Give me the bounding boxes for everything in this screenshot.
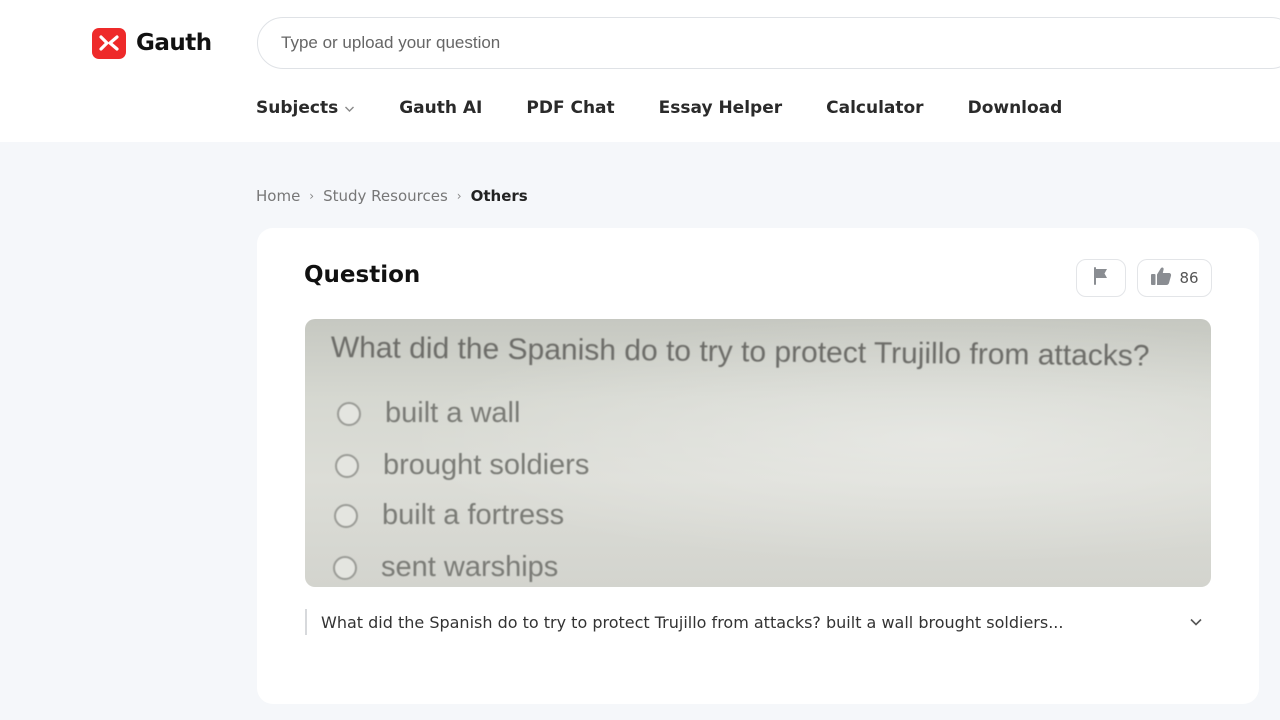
thumbs-up-icon <box>1150 266 1172 291</box>
search-bar[interactable] <box>257 17 1280 69</box>
radio-circle-icon <box>334 503 358 528</box>
nav-item-pdf-chat[interactable]: PDF Chat <box>526 98 614 118</box>
chevron-down-icon <box>344 98 355 118</box>
gauth-logo-icon <box>92 27 126 59</box>
chevron-right-icon: › <box>309 189 315 203</box>
logo-text: Gauth <box>136 30 212 56</box>
nav-item-calculator[interactable]: Calculator <box>826 98 923 118</box>
like-button[interactable]: 86 <box>1137 259 1212 297</box>
image-option-label: sent warships <box>381 551 559 583</box>
image-option: brought soldiers <box>335 449 589 482</box>
nav-item-label: PDF Chat <box>526 98 615 118</box>
chevron-down-icon[interactable] <box>1187 613 1205 631</box>
nav-item-subjects[interactable]: Subjects <box>256 98 355 118</box>
breadcrumb-current: Others <box>470 187 528 205</box>
image-option-label: brought soldiers <box>383 449 590 481</box>
question-image[interactable]: What did the Spanish do to try to protec… <box>305 319 1211 587</box>
radio-circle-icon <box>333 555 357 580</box>
radio-circle-icon <box>337 401 361 426</box>
question-transcript: What did the Spanish do to try to protec… <box>305 609 1211 635</box>
nav-item-label: Calculator <box>826 98 924 118</box>
breadcrumb: Home › Study Resources › Others <box>256 185 528 207</box>
top-header: Gauth Subjects Gauth AI PDF Chat Essay H… <box>0 0 1280 142</box>
question-title: Question <box>304 262 421 288</box>
image-option-label: built a wall <box>385 397 521 429</box>
chevron-right-icon: › <box>456 189 462 203</box>
image-option: built a wall <box>337 397 520 430</box>
image-option-label: built a fortress <box>382 499 565 531</box>
breadcrumb-home[interactable]: Home <box>256 187 300 205</box>
nav-item-label: Gauth AI <box>399 98 483 118</box>
nav-item-download[interactable]: Download <box>968 98 1063 118</box>
flag-icon <box>1091 266 1111 291</box>
radio-circle-icon <box>335 453 359 478</box>
transcript-text: What did the Spanish do to try to protec… <box>321 612 1064 632</box>
nav-item-label: Subjects <box>256 98 339 118</box>
nav-item-label: Essay Helper <box>658 98 783 118</box>
nav-item-gauth-ai[interactable]: Gauth AI <box>399 98 482 118</box>
gauth-logo[interactable]: Gauth <box>92 27 212 59</box>
breadcrumb-study-resources[interactable]: Study Resources <box>323 187 448 205</box>
main-nav: Subjects Gauth AI PDF Chat Essay Helper … <box>256 94 1106 122</box>
like-count: 86 <box>1179 269 1199 287</box>
image-option: sent warships <box>333 551 558 584</box>
nav-item-essay-helper[interactable]: Essay Helper <box>659 98 782 118</box>
search-input[interactable] <box>281 33 981 53</box>
image-option: built a fortress <box>334 499 564 532</box>
question-card: Question 86 What did the Spanish do to t… <box>257 228 1259 704</box>
report-button[interactable] <box>1076 259 1126 297</box>
nav-item-label: Download <box>967 98 1063 118</box>
